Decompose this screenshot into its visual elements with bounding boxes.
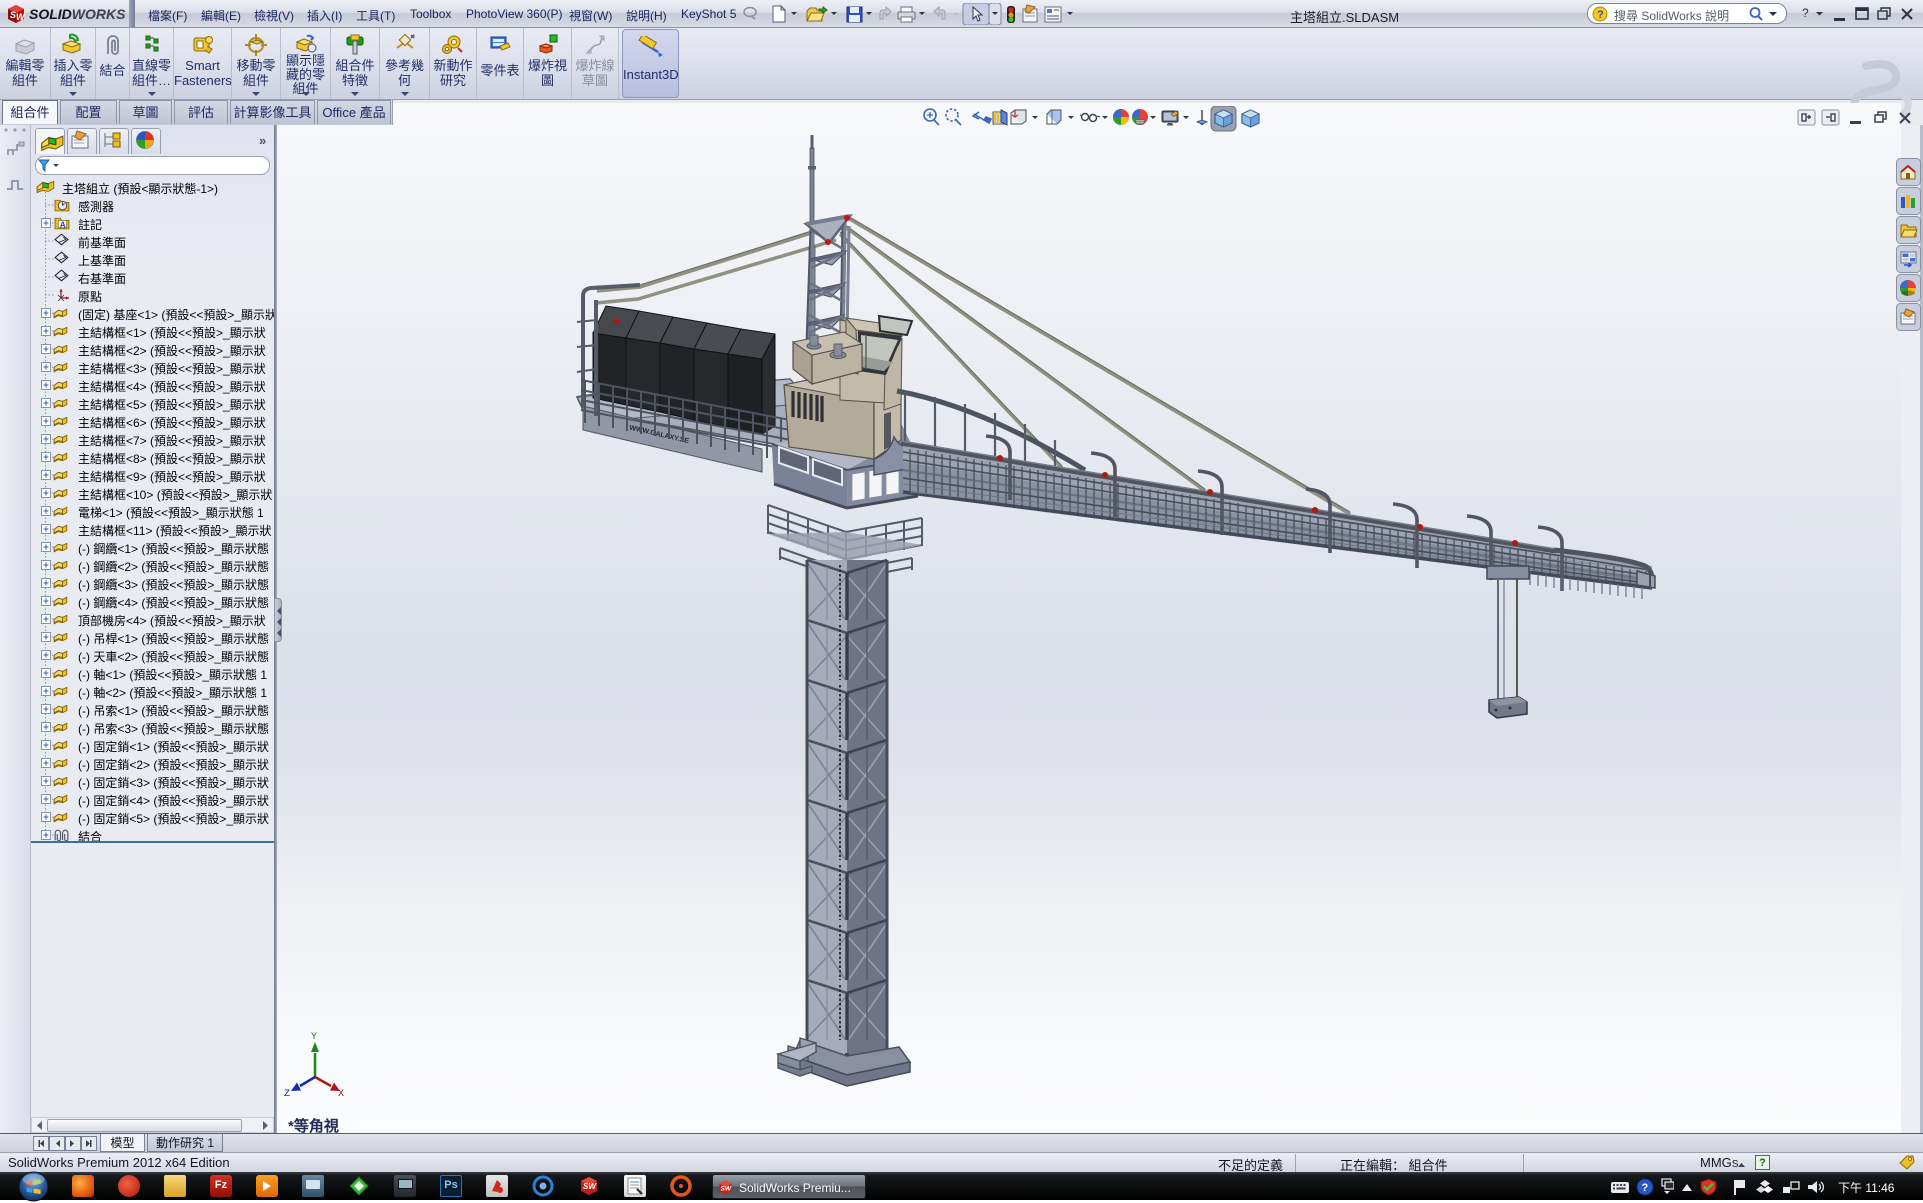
svg-text:*等角視: *等角視 (288, 1117, 339, 1133)
svg-text:SW: SW (720, 1186, 731, 1193)
svg-text:Y: Y (311, 1032, 317, 1043)
svg-text:?: ? (1597, 9, 1604, 21)
svg-text:W: W (16, 12, 26, 22)
svg-text:Z: Z (284, 1089, 290, 1100)
svg-text:*: * (412, 33, 415, 42)
svg-text:SW: SW (583, 1182, 597, 1191)
svg-text:X: X (338, 1089, 344, 1100)
svg-text:?: ? (1642, 1182, 1649, 1194)
